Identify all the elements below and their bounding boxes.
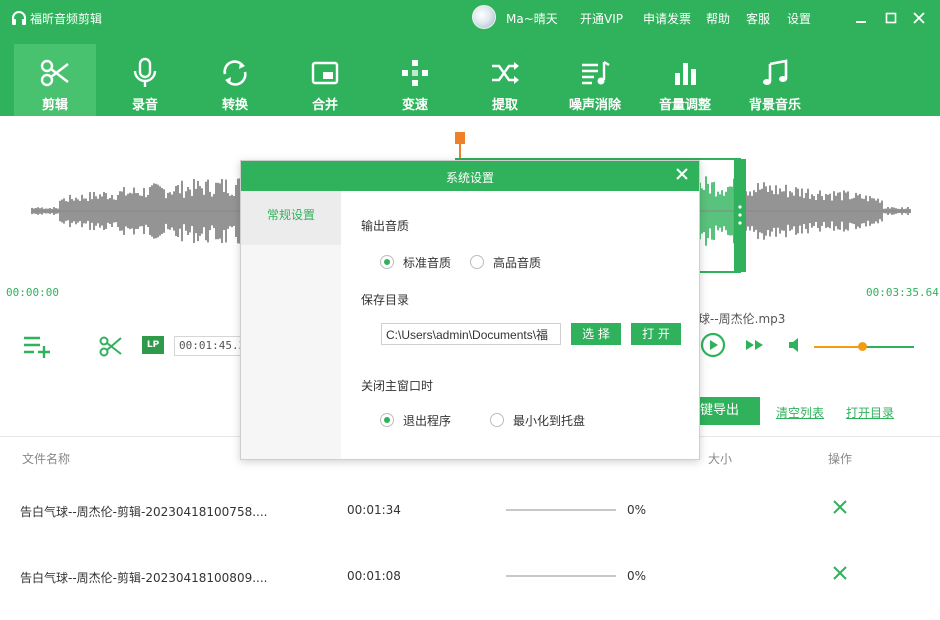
choose-button[interactable]: 选 择: [571, 323, 621, 345]
save-dir-field[interactable]: C:\Users\admin\Documents\福: [381, 323, 561, 345]
radio-high-quality[interactable]: [470, 255, 484, 269]
service-link[interactable]: 客服: [746, 10, 770, 27]
row-duration: 00:01:34: [347, 503, 401, 517]
delete-icon[interactable]: [832, 499, 848, 515]
delete-icon[interactable]: [832, 565, 848, 581]
tool-speed[interactable]: 变速: [374, 44, 456, 116]
avatar[interactable]: [472, 5, 496, 29]
tool-label: 录音: [131, 98, 158, 113]
fast-forward-icon[interactable]: [744, 338, 766, 352]
row-progress-text: 0%: [627, 503, 647, 517]
speed-icon: [402, 60, 428, 86]
handle-dot: [738, 205, 742, 209]
lp-badge[interactable]: LP: [142, 336, 164, 354]
speaker-icon[interactable]: [788, 338, 804, 352]
tool-record[interactable]: 录音: [104, 44, 186, 116]
help-link[interactable]: 帮助: [706, 10, 730, 27]
headphones-logo-icon: [12, 11, 26, 25]
cut-scissors-icon[interactable]: [98, 334, 124, 358]
row-progress-bar: [506, 575, 616, 577]
row-file-name: 告白气球--周杰伦-剪辑-20230418100758....: [20, 505, 268, 519]
export-button[interactable]: 键导出: [690, 397, 760, 425]
tool-label: 合并: [311, 98, 338, 113]
open-button[interactable]: 打 开: [631, 323, 681, 345]
volume-bars-icon: [675, 63, 696, 85]
dialog-title: 系统设置: [445, 171, 494, 185]
noise-icon: [582, 60, 610, 85]
clear-list-link[interactable]: 清空列表: [776, 404, 824, 421]
current-file-name: 球--周杰伦.mp3: [698, 312, 786, 326]
header-size: 大小: [708, 452, 733, 466]
add-list-icon[interactable]: [22, 334, 52, 358]
tool-label: 背景音乐: [748, 98, 801, 113]
music-note-icon: [763, 59, 788, 85]
header-bar: 福昕音频剪辑 Ma~晴天 开通VIP 申请发票 帮助 客服 设置 剪辑 录音 转…: [0, 0, 940, 116]
radio-label: 标准音质: [403, 256, 452, 270]
radio-standard-quality[interactable]: [380, 255, 394, 269]
handle-dot: [738, 213, 742, 217]
tab-general-settings[interactable]: 常规设置: [241, 191, 341, 245]
tool-extract[interactable]: 提取: [464, 44, 546, 116]
time-input[interactable]: 00:01:45.3: [174, 336, 244, 356]
row-progress-bar: [506, 509, 616, 511]
tool-label: 剪辑: [41, 98, 68, 113]
dialog-close-icon[interactable]: [675, 167, 689, 181]
close-behavior-label: 关闭主窗口时: [361, 379, 434, 393]
vip-link[interactable]: 开通VIP: [580, 10, 623, 27]
minimize-icon[interactable]: [852, 9, 870, 27]
row-progress-text: 0%: [627, 569, 647, 583]
header-file-name: 文件名称: [22, 452, 71, 466]
radio-exit-program[interactable]: [380, 413, 394, 427]
waveform-start-time: 00:00:00: [6, 286, 59, 299]
volume-fill: [814, 346, 862, 348]
close-icon[interactable]: [910, 9, 928, 27]
playhead-marker[interactable]: [455, 132, 465, 144]
open-directory-link[interactable]: 打开目录: [846, 404, 894, 421]
tool-convert[interactable]: 转换: [194, 44, 276, 116]
microphone-icon: [133, 57, 157, 87]
tool-label: 音量调整: [658, 98, 711, 113]
volume-slider[interactable]: [814, 342, 914, 351]
settings-link[interactable]: 设置: [787, 10, 811, 27]
dialog-sidebar: 常规设置: [241, 191, 341, 459]
header-action: 操作: [828, 452, 853, 466]
merge-icon: [311, 61, 339, 85]
convert-icon: [223, 60, 247, 86]
play-icon[interactable]: [700, 332, 726, 358]
radio-minimize-tray[interactable]: [490, 413, 504, 427]
radio-label: 最小化到托盘: [513, 414, 586, 428]
tool-cut[interactable]: 剪辑: [14, 44, 96, 116]
tool-label: 变速: [401, 98, 428, 113]
username[interactable]: Ma~晴天: [506, 10, 558, 27]
quality-label: 输出音质: [361, 219, 410, 233]
radio-label: 退出程序: [403, 414, 452, 428]
tool-label: 噪声消除: [568, 98, 621, 113]
tool-merge[interactable]: 合并: [284, 44, 366, 116]
tool-background-music[interactable]: 背景音乐: [734, 44, 816, 116]
scissors-icon: [40, 59, 69, 87]
title-bar: 福昕音频剪辑 Ma~晴天 开通VIP 申请发票 帮助 客服 设置: [0, 0, 940, 36]
tool-volume-adjust[interactable]: 音量调整: [644, 44, 726, 116]
save-dir-label: 保存目录: [361, 293, 410, 307]
settings-dialog: 系统设置 常规设置 输出音质 标准音质 高品音质 保存目录 C:\Users\a…: [240, 160, 700, 460]
app-title: 福昕音频剪辑: [30, 12, 103, 26]
dialog-header: 系统设置: [241, 161, 699, 191]
maximize-icon[interactable]: [882, 9, 900, 27]
volume-knob[interactable]: [858, 342, 867, 351]
handle-dot: [738, 221, 742, 225]
tool-label: 提取: [491, 98, 518, 113]
tool-noise-removal[interactable]: 噪声消除: [554, 44, 636, 116]
extract-icon: [492, 62, 519, 84]
tool-label: 转换: [221, 98, 248, 113]
waveform-end-time: 00:03:35.64: [866, 286, 939, 299]
row-duration: 00:01:08: [347, 569, 401, 583]
radio-label: 高品音质: [493, 256, 542, 270]
row-file-name: 告白气球--周杰伦-剪辑-20230418100809....: [20, 571, 268, 585]
invoice-link[interactable]: 申请发票: [643, 10, 691, 27]
